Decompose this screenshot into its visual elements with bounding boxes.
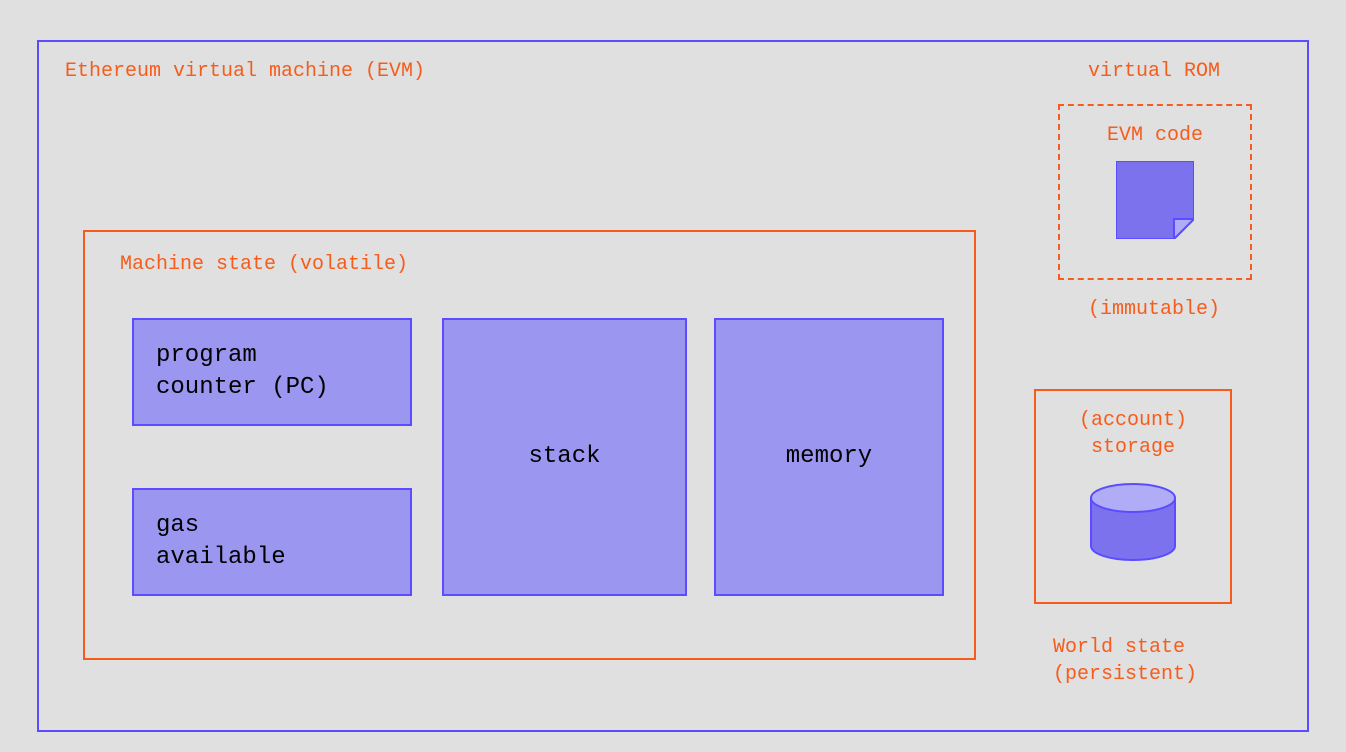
memory-box: memory (714, 318, 944, 596)
stack-box: stack (442, 318, 687, 596)
account-storage-label: (account) storage (1036, 407, 1230, 461)
virtual-rom-label: virtual ROM (1088, 60, 1220, 83)
program-counter-label: program counter (PC) (156, 340, 329, 405)
evm-code-icon (1116, 161, 1194, 239)
gas-available-box: gas available (132, 488, 412, 596)
world-state-label: World state (persistent) (1053, 634, 1197, 688)
evm-title: Ethereum virtual machine (EVM) (65, 60, 425, 83)
immutable-label: (immutable) (1088, 298, 1220, 321)
program-counter-box: program counter (PC) (132, 318, 412, 426)
account-storage-box: (account) storage (1034, 389, 1232, 604)
stack-label: stack (528, 441, 600, 473)
storage-cylinder-icon (1087, 481, 1179, 563)
gas-available-label: gas available (156, 510, 286, 575)
memory-label: memory (786, 441, 872, 473)
evm-code-label: EVM code (1060, 124, 1250, 147)
machine-state-title: Machine state (volatile) (120, 253, 408, 276)
rom-box: EVM code (1058, 104, 1252, 280)
